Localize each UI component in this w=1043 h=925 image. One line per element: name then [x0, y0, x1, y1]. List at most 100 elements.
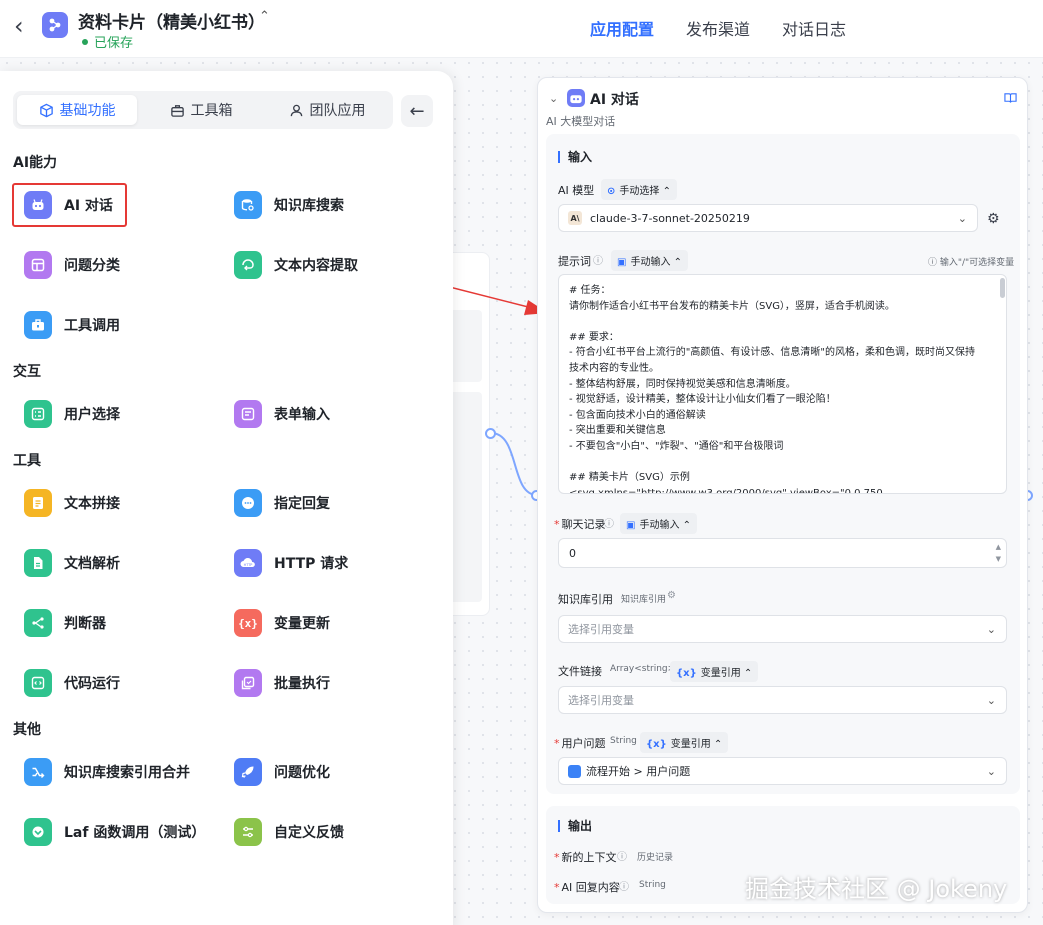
tool-form-input[interactable]: 表单输入: [234, 394, 330, 434]
tool-label: 工具调用: [64, 318, 120, 334]
anthropic-logo: A\: [568, 211, 582, 225]
tool-question-classify[interactable]: 问题分类: [24, 245, 120, 285]
prompt-mode-select[interactable]: ▣ 手动输入 ⌃: [611, 250, 689, 271]
kb-placeholder: 选择引用变量: [568, 623, 634, 636]
tool-http-request[interactable]: HTTP HTTP 请求: [234, 543, 348, 583]
tool-judge[interactable]: 判断器: [24, 603, 106, 643]
tool-label: 代码运行: [64, 676, 120, 692]
node-description: AI 大模型对话: [546, 115, 616, 128]
gear-icon[interactable]: ⚙: [667, 590, 676, 601]
tool-label: 批量执行: [274, 676, 330, 692]
book-icon[interactable]: [1004, 92, 1017, 107]
prompt-scrollbar[interactable]: [1000, 278, 1005, 298]
tab-team-apps[interactable]: 团队应用: [265, 95, 389, 125]
tool-label: 问题优化: [274, 765, 330, 781]
tool-specified-reply[interactable]: 指定回复: [234, 483, 330, 523]
prompt-line: ## 精美卡片（SVG）示例: [569, 472, 690, 484]
loop-icon: [234, 669, 262, 697]
stepper-down-icon[interactable]: ▼: [996, 556, 1001, 563]
panel-tabbar: 基础功能 工具箱 团队应用: [13, 91, 393, 129]
required-mark: *: [554, 851, 560, 864]
annotation-highlight-box: [12, 183, 127, 227]
prompt-line: <svg xmlns="http://www.w3.org/2000/svg" …: [569, 487, 883, 494]
reference-value: 流程开始 > 用户问题: [586, 765, 691, 778]
tool-doc-parse[interactable]: 文档解析: [24, 543, 120, 583]
tool-user-select[interactable]: 用户选择: [24, 394, 120, 434]
type-tag: 历史记录: [637, 853, 674, 863]
node-output-port[interactable]: [485, 428, 496, 439]
arrow-left-icon: ←: [409, 100, 425, 122]
prompt-line: 请你制作适合小红书平台发布的精美卡片（SVG），竖屏，适合手机阅读。: [569, 300, 895, 312]
cube-icon: [39, 103, 53, 117]
info-icon: ⓘ: [928, 258, 940, 268]
chat-bubble-icon: [234, 489, 262, 517]
flow-start-icon: [568, 764, 581, 778]
variable-icon: {x}: [234, 609, 262, 637]
help-icon[interactable]: ⓘ: [617, 848, 627, 863]
collapse-panel-button[interactable]: ←: [401, 95, 433, 127]
model-name: claude-3-7-sonnet-20250219: [590, 211, 750, 225]
gear-icon[interactable]: ⚙: [987, 211, 1000, 227]
question-mode-select[interactable]: {x} 变量引用 ⌃: [640, 732, 729, 753]
user-icon: [290, 104, 302, 116]
database-search-icon: [234, 191, 262, 219]
tool-text-extract[interactable]: 文本内容提取: [234, 245, 358, 285]
tool-variable-update[interactable]: {x} 变量更新: [234, 603, 330, 643]
history-number-input[interactable]: 0 ▲ ▼: [558, 538, 1007, 568]
prompt-line: - 视觉舒适，设计精美，整体设计让小仙女们看了一眼沦陷！: [569, 394, 836, 406]
stepper-up-icon[interactable]: ▲: [996, 544, 1001, 551]
file-mode-select[interactable]: {x} 变量引用 ⌃: [670, 661, 759, 682]
tool-tool-call[interactable]: 工具调用: [24, 305, 120, 345]
form-icon: [234, 400, 262, 428]
tool-batch-run[interactable]: 批量执行: [234, 663, 330, 703]
chevron-down-icon[interactable]: ⌄: [549, 92, 558, 105]
tool-laf-function[interactable]: Laf 函数调用（测试）: [24, 812, 205, 852]
history-mode-select[interactable]: ▣ 手动输入 ⌃: [620, 513, 698, 534]
mode-label: 手动输入: [630, 257, 671, 268]
tool-kb-merge[interactable]: 知识库搜索引用合并: [24, 752, 190, 792]
tool-custom-feedback[interactable]: 自定义反馈: [234, 812, 344, 852]
tool-label: HTTP 请求: [274, 556, 349, 572]
prompt-textarea[interactable]: # 任务： 请你制作适合小红书平台发布的精美卡片（SVG），竖屏，适合手机阅读。…: [558, 274, 1007, 494]
robot-icon: [567, 89, 585, 107]
kb-tag: 知识库引用: [621, 595, 667, 605]
tool-kb-search[interactable]: 知识库搜索: [234, 185, 344, 225]
tab-basic-features[interactable]: 基础功能: [17, 95, 137, 125]
variable-icon: {x}: [646, 739, 667, 750]
question-select[interactable]: 流程开始 > 用户问题 ⌄: [558, 757, 1007, 785]
model-mode-select[interactable]: ⊙ 手动选择 ⌃: [601, 179, 677, 200]
help-icon[interactable]: ⓘ: [604, 515, 614, 530]
help-icon[interactable]: ⓘ: [619, 878, 629, 893]
file-select[interactable]: 选择引用变量 ⌄: [558, 686, 1007, 714]
tool-label: 知识库搜索引用合并: [64, 765, 190, 781]
prompt-line: - 包含面向技术小白的通俗解读: [569, 409, 706, 421]
prompt-label: 提示词: [558, 255, 591, 268]
help-icon[interactable]: ⓘ: [593, 252, 603, 267]
prompt-line: # 任务：: [569, 285, 611, 296]
tool-question-optimize[interactable]: 问题优化: [234, 752, 330, 792]
tool-code-run[interactable]: 代码运行: [24, 663, 120, 703]
kb-select[interactable]: 选择引用变量 ⌄: [558, 615, 1007, 643]
input-icon: ▣: [617, 257, 627, 268]
variable-reference-chip: 流程开始 > 用户问题: [568, 763, 690, 779]
file-icon: [24, 549, 52, 577]
section-interaction: 交互: [13, 364, 41, 380]
prompt-line: 技术内容的专业性。: [569, 362, 659, 374]
output-context-label: * 新的上下文: [554, 849, 617, 865]
cloud-http-icon: HTTP: [234, 549, 262, 577]
chevron-down-icon: ⌄: [957, 212, 967, 225]
model-select[interactable]: A\ claude-3-7-sonnet-20250219 ⌄: [558, 204, 978, 232]
tab-label: 基础功能: [59, 103, 116, 119]
tool-text-concat[interactable]: 文本拼接: [24, 483, 120, 523]
merge-icon: [24, 758, 52, 786]
tab-toolbox[interactable]: 工具箱: [141, 95, 261, 125]
variable-glyph: {x}: [238, 616, 258, 630]
section-tools: 工具: [13, 453, 41, 469]
tool-label: 问题分类: [64, 258, 120, 274]
tool-label: 变量更新: [274, 616, 330, 632]
file-placeholder: 选择引用变量: [568, 694, 634, 707]
tool-label: 文本拼接: [64, 496, 120, 512]
node-title: AI 对话: [590, 92, 639, 108]
type-tag: String: [639, 880, 666, 890]
watermark: 掘金技术社区 @ Jokeny: [745, 875, 1008, 903]
